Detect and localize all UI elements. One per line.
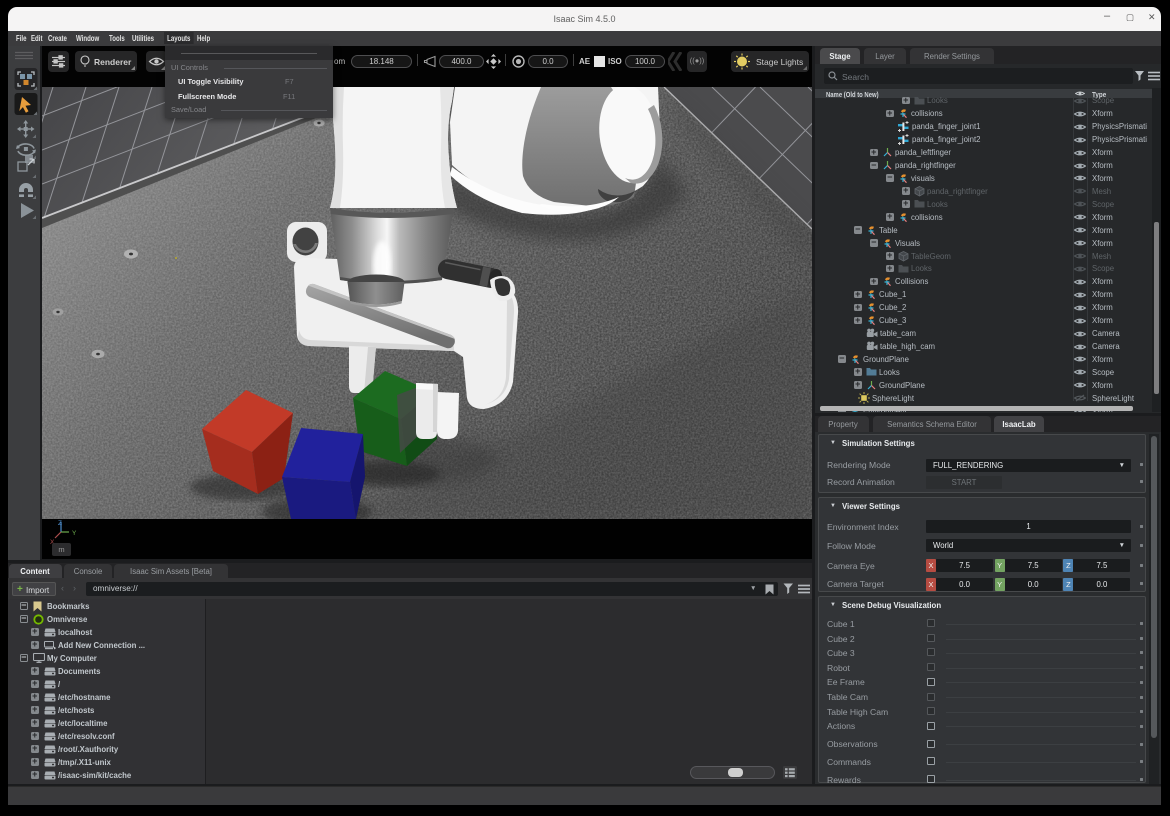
svg-text:Y: Y	[72, 530, 77, 537]
svg-text:Stage Lights: Stage Lights	[756, 57, 803, 67]
svg-text:Renderer: Renderer	[94, 57, 132, 67]
svg-text:Z: Z	[58, 520, 62, 527]
